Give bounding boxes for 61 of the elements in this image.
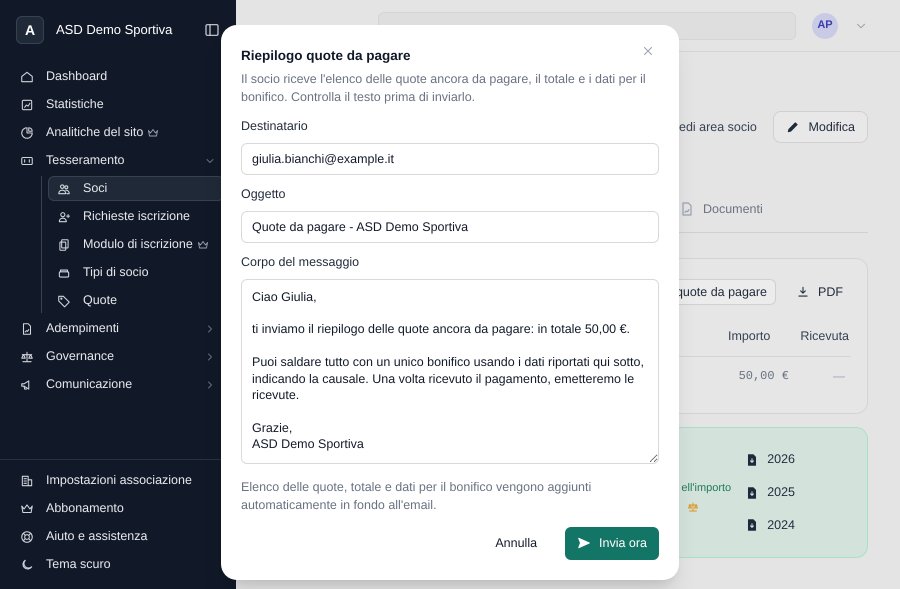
documents-tab[interactable]: Documenti bbox=[679, 200, 763, 219]
crown-icon bbox=[20, 502, 34, 516]
dialog-title: Riepilogo quote da pagare bbox=[241, 47, 411, 65]
field-label: Destinatario bbox=[241, 118, 309, 136]
nav-item[interactable]: Governance bbox=[12, 344, 224, 369]
scales-icon bbox=[20, 350, 34, 364]
user-plus-icon bbox=[57, 210, 71, 224]
nav-item[interactable]: Tesseramento bbox=[12, 148, 224, 173]
home-icon bbox=[20, 70, 34, 84]
close-icon[interactable] bbox=[641, 44, 655, 58]
scales-icon bbox=[687, 500, 700, 513]
nav-item[interactable]: Tipi di socio bbox=[48, 260, 224, 285]
cancel-button[interactable]: Annulla bbox=[487, 527, 546, 559]
edit-button[interactable]: Modifica bbox=[773, 111, 868, 143]
user-avatar[interactable]: AP bbox=[812, 12, 838, 38]
file-icon bbox=[20, 322, 34, 336]
nav-item[interactable]: Soci bbox=[48, 176, 224, 201]
nav-item[interactable]: Richieste iscrizione bbox=[48, 204, 224, 229]
dialog-description: Il socio riceve l'elenco delle quote ancora da pagare, il totale e i dati per il bonifico. Controlla il testo prima di inviarlo. bbox=[241, 71, 647, 106]
logo-badge: A bbox=[16, 16, 44, 44]
field-label: Corpo del messaggio bbox=[241, 254, 360, 271]
pencil-icon bbox=[786, 120, 800, 134]
column-header: Ricevuta bbox=[800, 328, 849, 345]
year-download-link[interactable]: 2024 bbox=[745, 516, 795, 535]
chart-icon bbox=[20, 98, 34, 112]
send-button[interactable]: Invia ora bbox=[565, 526, 659, 560]
message-field[interactable]: Ciao Giulia, ti inviamo il riepilogo delle quote ancora da pagare: in totale 50,00 €. Puoi saldare tutto con un unico bonifico usando i dati riportati qui sotto, indicando la causale. Una volta ricevuto il pagamento, emetteremo le ricevute. Grazie, ASD Demo Sportiva bbox=[241, 278, 659, 464]
nav-item[interactable]: Modulo di iscrizione bbox=[48, 232, 224, 257]
download-icon bbox=[796, 285, 810, 299]
helper-note: Elenco delle quote, totale e dati per il bonifico vengono aggiunti automaticamente in fondo all'email. bbox=[241, 478, 592, 514]
nav-item[interactable]: Impostazioni associazione bbox=[12, 468, 224, 493]
year-download-link[interactable]: 2025 bbox=[745, 483, 795, 502]
member-area-link[interactable]: edi area socio bbox=[679, 118, 757, 136]
table-cell-text: 50,00 € bbox=[738, 368, 789, 385]
text-field[interactable]: Quote da pagare - ASD Demo Sportiva bbox=[241, 210, 659, 243]
nav-item[interactable]: Analitiche del sito bbox=[12, 120, 224, 145]
nav-item[interactable]: Aiuto e assistenza bbox=[12, 524, 224, 549]
brand-name: ASD Demo Sportiva bbox=[56, 21, 174, 40]
sidebar-toggle-icon[interactable] bbox=[204, 22, 220, 38]
column-header: Importo bbox=[728, 328, 770, 345]
nav-item[interactable]: Comunicazione bbox=[12, 372, 224, 397]
nav-item[interactable]: Dashboard bbox=[12, 64, 224, 89]
nav-item[interactable]: Quote bbox=[48, 288, 224, 313]
nav-item[interactable]: Statistiche bbox=[12, 92, 224, 117]
notice-text: ell'importo bbox=[681, 481, 732, 496]
nav-item[interactable]: Abbonamento bbox=[12, 496, 224, 521]
text-field[interactable]: giulia.bianchi@example.it bbox=[241, 143, 659, 175]
documents-icon bbox=[57, 238, 71, 252]
building-icon bbox=[20, 474, 34, 488]
moon-icon bbox=[20, 558, 34, 572]
nav-item[interactable]: Tema scuro bbox=[12, 552, 224, 577]
send-icon bbox=[577, 536, 592, 550]
pdf-button[interactable]: PDF bbox=[788, 279, 851, 305]
table-cell-text: — bbox=[833, 368, 845, 385]
users-icon bbox=[57, 182, 71, 196]
tag-icon bbox=[57, 294, 71, 308]
year-download-link[interactable]: 2026 bbox=[745, 450, 795, 470]
pie-chart-icon bbox=[20, 126, 34, 140]
lifebuoy-icon bbox=[20, 530, 34, 544]
field-label: Oggetto bbox=[241, 186, 286, 203]
nav-item[interactable]: Adempimenti bbox=[12, 316, 224, 341]
